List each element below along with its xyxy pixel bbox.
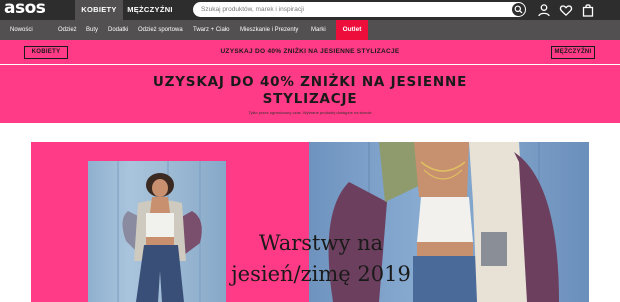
women-button[interactable]: KOBIETY [24,46,68,59]
nav-item-dodatki[interactable]: Dodatki [108,20,128,40]
nav-item-outlet[interactable]: Outlet [336,20,368,40]
nav-item-buty[interactable]: Buty [86,20,98,40]
search-icon [514,5,523,14]
banner-disclaimer: Tylko przez ograniczony czas. Wybrane pr… [248,110,372,115]
nav-item-odziez-sportowa[interactable]: Odzież sportowa [138,20,183,40]
search-input[interactable] [201,2,501,17]
model-illustration-left [117,161,202,302]
tab-women[interactable]: KOBIETY [75,0,123,20]
search-bar [193,2,526,17]
men-button[interactable]: MĘŻCZYŹNI [551,46,595,59]
banner-title-line2: STYLIZACJE [262,91,358,107]
account-icon [538,4,550,17]
hero-headline-line1: Warstwy na [258,231,384,255]
category-nav: Nowości Odzież Buty Dodatki Odzież sport… [0,20,620,40]
heart-icon [559,5,573,16]
hero-photo-left [88,161,226,302]
asos-logo[interactable]: asos [4,0,46,20]
hero-headline: Warstwy na jesień/zimę 2019 [221,228,421,290]
hero-banner[interactable]: Warstwy na jesień/zimę 2019 [31,142,589,302]
saved-items-button[interactable] [558,2,574,18]
nav-item-odziez[interactable]: Odzież [58,20,77,40]
hero-headline-line2: jesień/zimę 2019 [231,262,411,286]
nav-item-mieszkanie[interactable]: Mieszkanie i Prezenty [240,20,298,40]
account-button[interactable] [536,2,552,18]
nav-item-twarz-cialo[interactable]: Twarz + Ciało [193,20,230,40]
tab-men[interactable]: MĘŻCZYŹNI [123,0,177,20]
bag-icon [582,4,594,17]
promo-strip-text[interactable]: UZYSKAJ DO 40% ZNIŻKI NA JESIENNE STYLIZ… [130,40,490,64]
top-bar: asos KOBIETY MĘŻCZYŹNI [0,0,620,20]
sale-banner[interactable]: UZYSKAJ DO 40% ZNIŻKI NA JESIENNE STYLIZ… [0,65,620,123]
banner-title-line1: UZYSKAJ DO 40% ZNIŻKI NA JESIENNE [152,74,468,90]
promo-strip: KOBIETY UZYSKAJ DO 40% ZNIŻKI NA JESIENN… [0,40,620,64]
banner-title: UZYSKAJ DO 40% ZNIŻKI NA JESIENNE STYLIZ… [110,74,510,108]
nav-item-nowosci[interactable]: Nowości [10,20,33,40]
search-button[interactable] [512,3,525,16]
nav-item-marki[interactable]: Marki [311,20,326,40]
bag-button[interactable] [580,2,596,18]
